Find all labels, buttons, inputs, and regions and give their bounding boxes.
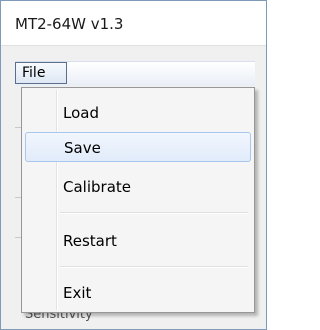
menu-item-label: Load — [63, 104, 99, 122]
title-divider — [1, 45, 266, 46]
menu-item-label: Exit — [63, 284, 92, 302]
menu-item-exit[interactable]: Exit — [25, 278, 251, 308]
file-dropdown-menu: Load Save Calibrate Restart Exit — [21, 87, 255, 313]
menu-item-label: Save — [64, 139, 101, 157]
menu-item-load[interactable]: Load — [25, 98, 251, 128]
menu-item-label: Restart — [63, 232, 117, 250]
app-window: MT2-64W v1.3 Sensitivity File Load Save … — [0, 0, 267, 330]
menu-file[interactable]: File — [15, 62, 67, 84]
menu-item-restart[interactable]: Restart — [25, 226, 251, 256]
menu-separator — [60, 266, 248, 268]
menu-item-save[interactable]: Save — [25, 132, 251, 162]
window-title: MT2-64W v1.3 — [15, 15, 124, 33]
menu-item-calibrate[interactable]: Calibrate — [25, 172, 251, 202]
menu-item-label: Calibrate — [63, 178, 131, 196]
title-bar: MT2-64W v1.3 — [1, 1, 266, 45]
menu-separator — [60, 212, 248, 214]
menu-bar: File — [15, 61, 255, 86]
